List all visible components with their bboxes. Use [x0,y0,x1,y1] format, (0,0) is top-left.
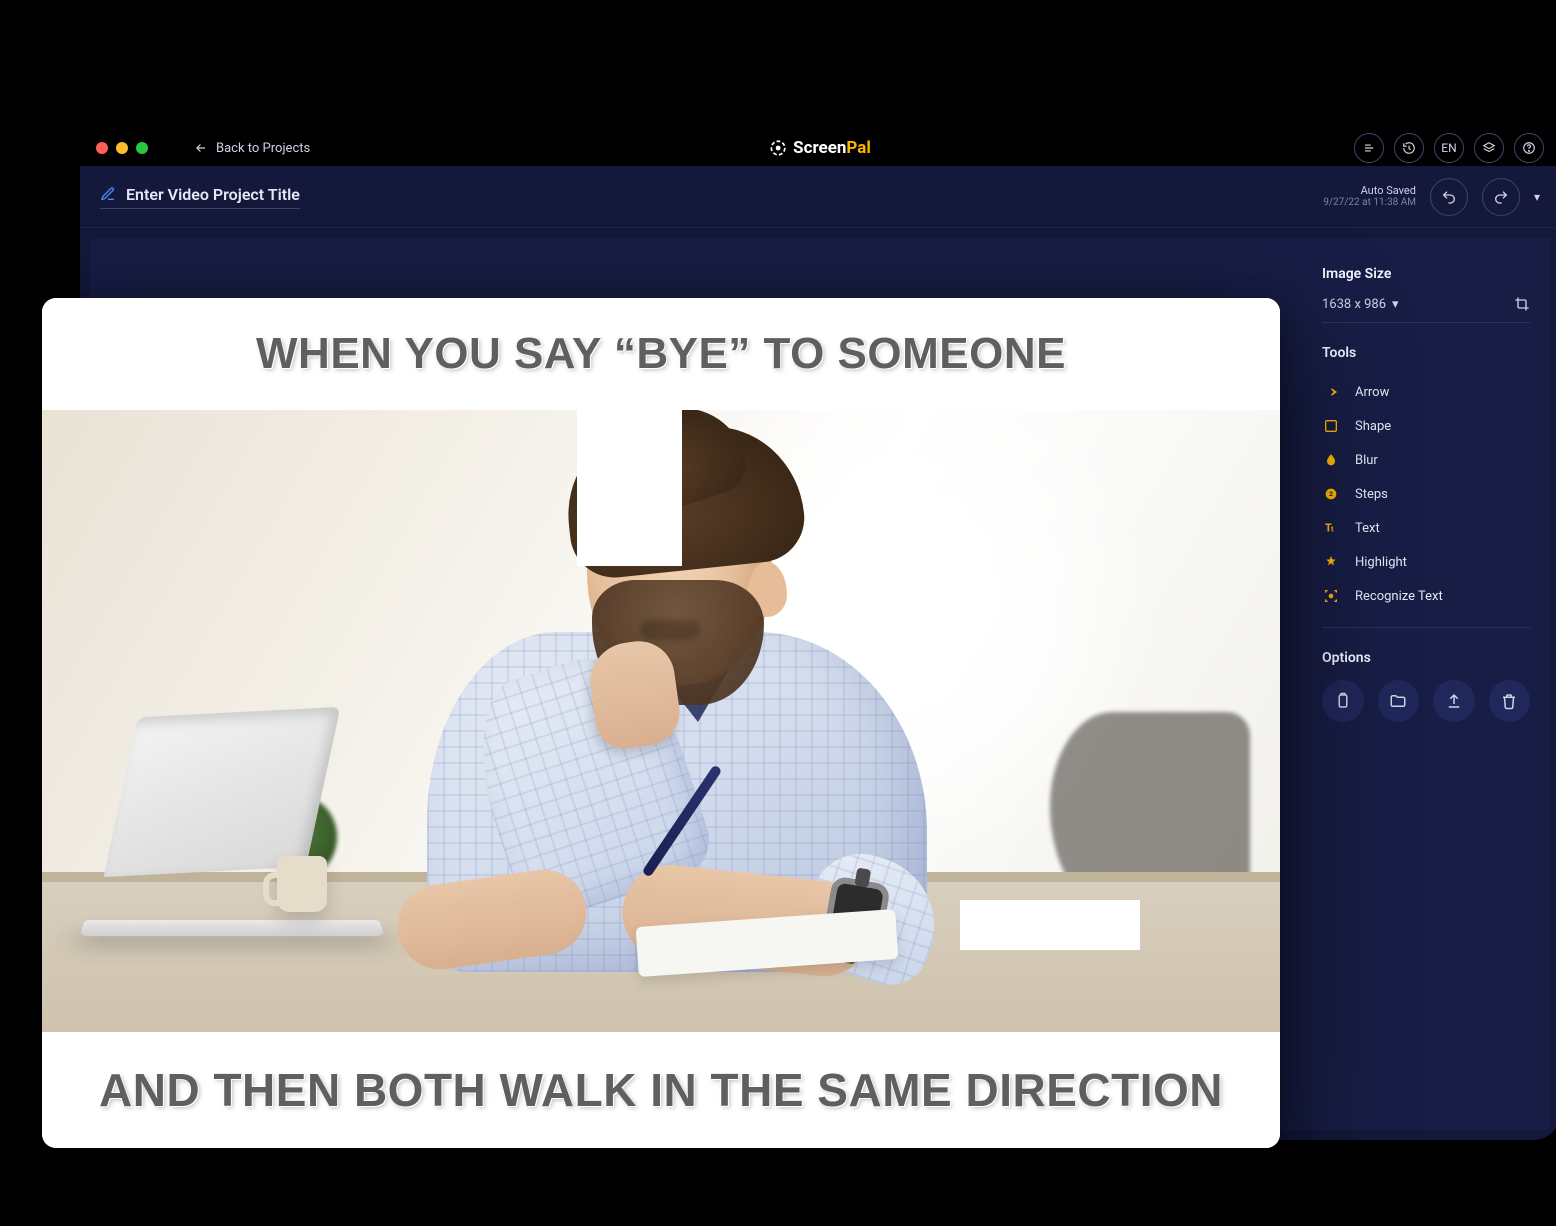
white-overlay-1 [577,410,682,566]
brand-part-a: Screen [793,138,846,158]
history-icon [1402,141,1416,155]
delete-button[interactable] [1489,680,1531,722]
help-icon [1522,141,1536,155]
maximize-window-button[interactable] [136,142,148,154]
project-title-placeholder: Enter Video Project Title [126,185,300,204]
tool-label: Recognize Text [1355,589,1443,604]
folder-button[interactable] [1378,680,1420,722]
image-size-row[interactable]: 1638 x 986 ▾ [1322,296,1530,323]
titlebar: Back to Projects ScreenPal EN [80,130,1556,166]
menu-button[interactable] [1354,133,1384,163]
tool-highlight[interactable]: Highlight [1322,545,1530,579]
blur-icon [1322,451,1340,469]
mug-illustration [277,856,327,912]
tool-label: Shape [1355,419,1391,434]
logo-icon [769,139,787,157]
clipboard-icon [1334,692,1352,710]
upload-icon [1445,692,1463,710]
back-label: Back to Projects [216,141,310,156]
options-row [1322,680,1530,722]
tool-label: Blur [1355,453,1378,468]
highlight-icon [1322,553,1340,571]
tool-label: Steps [1355,487,1388,502]
autosave-label: Auto Saved [1323,184,1416,197]
undo-button[interactable] [1430,178,1468,216]
tool-recognize-text[interactable]: Recognize Text [1322,579,1530,613]
meme-caption-top: WHEN YOU SAY “BYE” TO SOMEONE [42,298,1280,410]
tool-label: Text [1355,521,1380,536]
divider [1322,627,1530,628]
more-dropdown[interactable]: ▾ [1534,190,1540,204]
meme-image [42,410,1280,1032]
edit-icon [100,186,116,202]
autosave-status: Auto Saved 9/27/22 at 11:38 AM [1323,184,1416,209]
tool-text[interactable]: Tt Text [1322,511,1530,545]
titlebar-actions: EN [1354,133,1544,163]
chevron-down-icon: ▾ [1392,297,1399,312]
redo-icon [1493,189,1509,205]
tools-heading: Tools [1322,345,1530,361]
crop-icon[interactable] [1514,296,1530,312]
back-to-projects-button[interactable]: Back to Projects [194,141,310,156]
clipboard-button[interactable] [1322,680,1364,722]
arrow-icon [1322,383,1340,401]
arrow-left-icon [194,141,208,155]
folder-icon [1389,692,1407,710]
meme-preview-card: WHEN YOU SAY “BYE” TO SOMEONE [42,298,1280,1148]
tool-blur[interactable]: Blur [1322,443,1530,477]
options-heading: Options [1322,650,1530,666]
upload-button[interactable] [1433,680,1475,722]
steps-icon: 2 [1322,485,1340,503]
redo-button[interactable] [1482,178,1520,216]
tool-label: Arrow [1355,385,1389,400]
brand-part-b: Pal [846,138,870,158]
layers-button[interactable] [1474,133,1504,163]
svg-text:2: 2 [1329,490,1333,498]
app-logo: ScreenPal [769,138,871,158]
minimize-window-button[interactable] [116,142,128,154]
tool-label: Highlight [1355,555,1407,570]
autosave-time: 9/27/22 at 11:38 AM [1323,197,1416,209]
image-size-heading: Image Size [1322,266,1530,282]
tool-shape[interactable]: Shape [1322,409,1530,443]
language-button[interactable]: EN [1434,133,1464,163]
side-panel: Image Size 1638 x 986 ▾ Tools Arrow [1302,238,1550,1130]
help-button[interactable] [1514,133,1544,163]
close-window-button[interactable] [96,142,108,154]
undo-icon [1441,189,1457,205]
shape-icon [1322,417,1340,435]
meme-caption-bottom: AND THEN BOTH WALK IN THE SAME DIRECTION [42,1032,1280,1148]
project-title-input[interactable]: Enter Video Project Title [100,185,300,209]
project-bar: Enter Video Project Title Auto Saved 9/2… [80,166,1556,228]
laptop-illustration [82,712,402,942]
language-label: EN [1441,141,1456,155]
scan-text-icon [1322,587,1340,605]
tool-arrow[interactable]: Arrow [1322,375,1530,409]
history-button[interactable] [1394,133,1424,163]
tool-steps[interactable]: 2 Steps [1322,477,1530,511]
window-controls [96,142,148,154]
image-size-value: 1638 x 986 [1322,297,1386,312]
svg-text:t: t [1331,524,1334,533]
white-overlay-2 [960,900,1140,950]
trash-icon [1500,692,1518,710]
menu-lines-icon [1362,141,1376,155]
layers-icon [1482,141,1496,155]
text-icon: Tt [1322,519,1340,537]
